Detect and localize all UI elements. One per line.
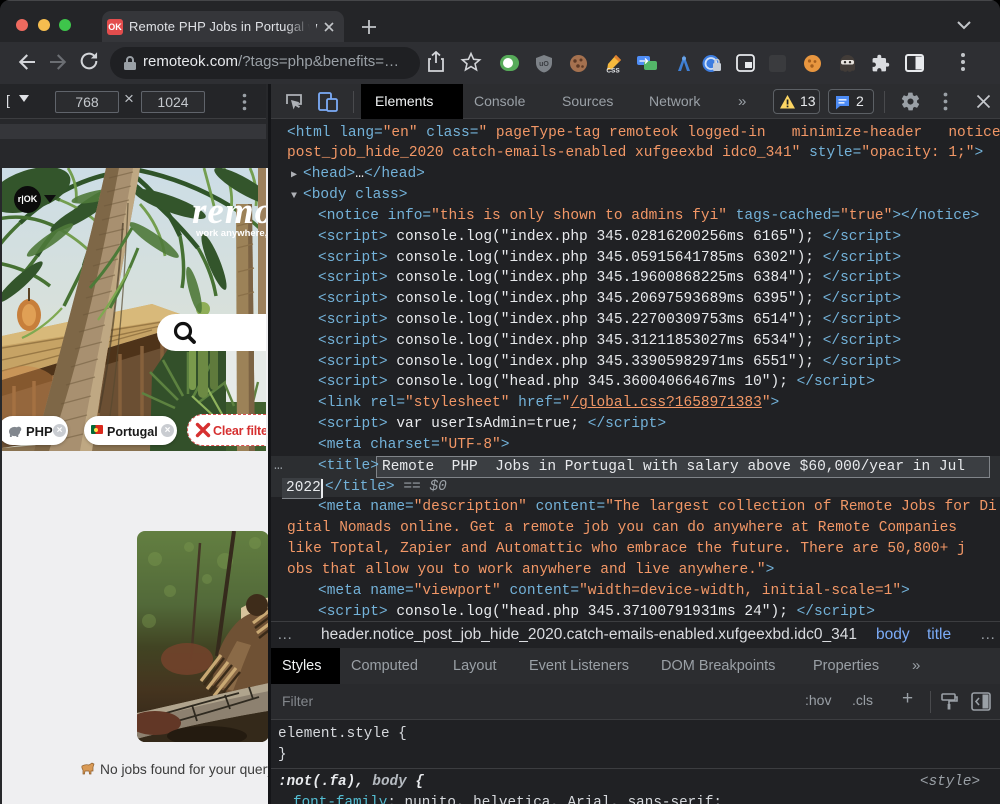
svg-text:uO: uO: [539, 61, 549, 68]
svg-text:CSS: CSS: [606, 68, 620, 74]
